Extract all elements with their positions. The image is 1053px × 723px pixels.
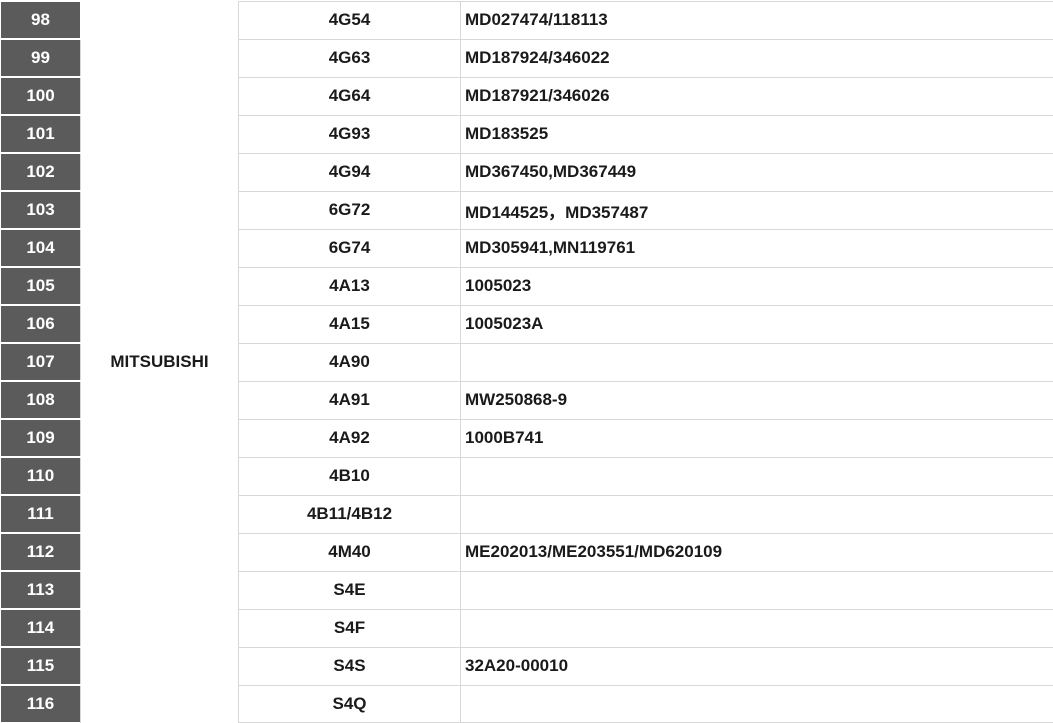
row-number-cell[interactable]: 101 (1, 115, 81, 153)
row-number-cell[interactable]: 98 (1, 1, 81, 39)
part-number-cell[interactable]: MD187921/346026 (461, 77, 1053, 115)
part-number-cell[interactable]: MD144525，MD357487 (461, 191, 1053, 229)
row-number-cell[interactable]: 114 (1, 609, 81, 647)
row-number-cell[interactable]: 108 (1, 381, 81, 419)
parts-table: 98MITSUBISHI4G54MD027474/118113994G63MD1… (0, 0, 1053, 723)
part-number-cell[interactable] (461, 457, 1053, 495)
engine-model-cell[interactable]: S4F (239, 609, 461, 647)
part-number-cell[interactable]: MD183525 (461, 115, 1053, 153)
row-number-cell[interactable]: 102 (1, 153, 81, 191)
row-number-cell[interactable]: 100 (1, 77, 81, 115)
engine-model-cell[interactable]: 4A15 (239, 305, 461, 343)
part-number-cell[interactable]: MD187924/346022 (461, 39, 1053, 77)
engine-model-cell[interactable]: 4A90 (239, 343, 461, 381)
engine-model-cell[interactable]: 4G94 (239, 153, 461, 191)
row-number-cell[interactable]: 113 (1, 571, 81, 609)
engine-model-cell[interactable]: 4M40 (239, 533, 461, 571)
row-number-cell[interactable]: 115 (1, 647, 81, 685)
table-row: 98MITSUBISHI4G54MD027474/118113 (1, 1, 1053, 39)
brand-cell[interactable]: MITSUBISHI (81, 1, 239, 723)
engine-model-cell[interactable]: 4G64 (239, 77, 461, 115)
row-number-cell[interactable]: 106 (1, 305, 81, 343)
row-number-cell[interactable]: 111 (1, 495, 81, 533)
part-number-cell[interactable]: MD367450,MD367449 (461, 153, 1053, 191)
engine-model-cell[interactable]: 4G54 (239, 1, 461, 39)
row-number-cell[interactable]: 107 (1, 343, 81, 381)
engine-model-cell[interactable]: 6G74 (239, 229, 461, 267)
part-number-cell[interactable] (461, 609, 1053, 647)
row-number-cell[interactable]: 104 (1, 229, 81, 267)
engine-model-cell[interactable]: S4E (239, 571, 461, 609)
engine-model-cell[interactable]: 4A92 (239, 419, 461, 457)
row-number-cell[interactable]: 112 (1, 533, 81, 571)
part-number-cell[interactable] (461, 571, 1053, 609)
part-number-cell[interactable] (461, 343, 1053, 381)
part-number-cell[interactable]: 32A20-00010 (461, 647, 1053, 685)
row-number-cell[interactable]: 110 (1, 457, 81, 495)
engine-model-cell[interactable]: 4B10 (239, 457, 461, 495)
parts-table-sheet: 98MITSUBISHI4G54MD027474/118113994G63MD1… (0, 0, 1053, 704)
engine-model-cell[interactable]: 4A91 (239, 381, 461, 419)
part-number-cell[interactable]: 1005023A (461, 305, 1053, 343)
part-number-cell[interactable]: ME202013/ME203551/MD620109 (461, 533, 1053, 571)
row-number-cell[interactable]: 105 (1, 267, 81, 305)
row-number-cell[interactable]: 103 (1, 191, 81, 229)
engine-model-cell[interactable]: 4G93 (239, 115, 461, 153)
engine-model-cell[interactable]: 4G63 (239, 39, 461, 77)
parts-table-body: 98MITSUBISHI4G54MD027474/118113994G63MD1… (1, 1, 1053, 723)
engine-model-cell[interactable]: 6G72 (239, 191, 461, 229)
part-number-cell[interactable] (461, 495, 1053, 533)
row-number-cell[interactable]: 109 (1, 419, 81, 457)
part-number-cell[interactable]: MD027474/118113 (461, 1, 1053, 39)
part-number-cell[interactable]: 1005023 (461, 267, 1053, 305)
engine-model-cell[interactable]: 4A13 (239, 267, 461, 305)
row-number-cell[interactable]: 99 (1, 39, 81, 77)
engine-model-cell[interactable]: 4B11/4B12 (239, 495, 461, 533)
engine-model-cell[interactable]: S4S (239, 647, 461, 685)
part-number-cell[interactable]: 1000B741 (461, 419, 1053, 457)
part-number-cell[interactable]: MW250868-9 (461, 381, 1053, 419)
part-number-cell[interactable]: MD305941,MN119761 (461, 229, 1053, 267)
